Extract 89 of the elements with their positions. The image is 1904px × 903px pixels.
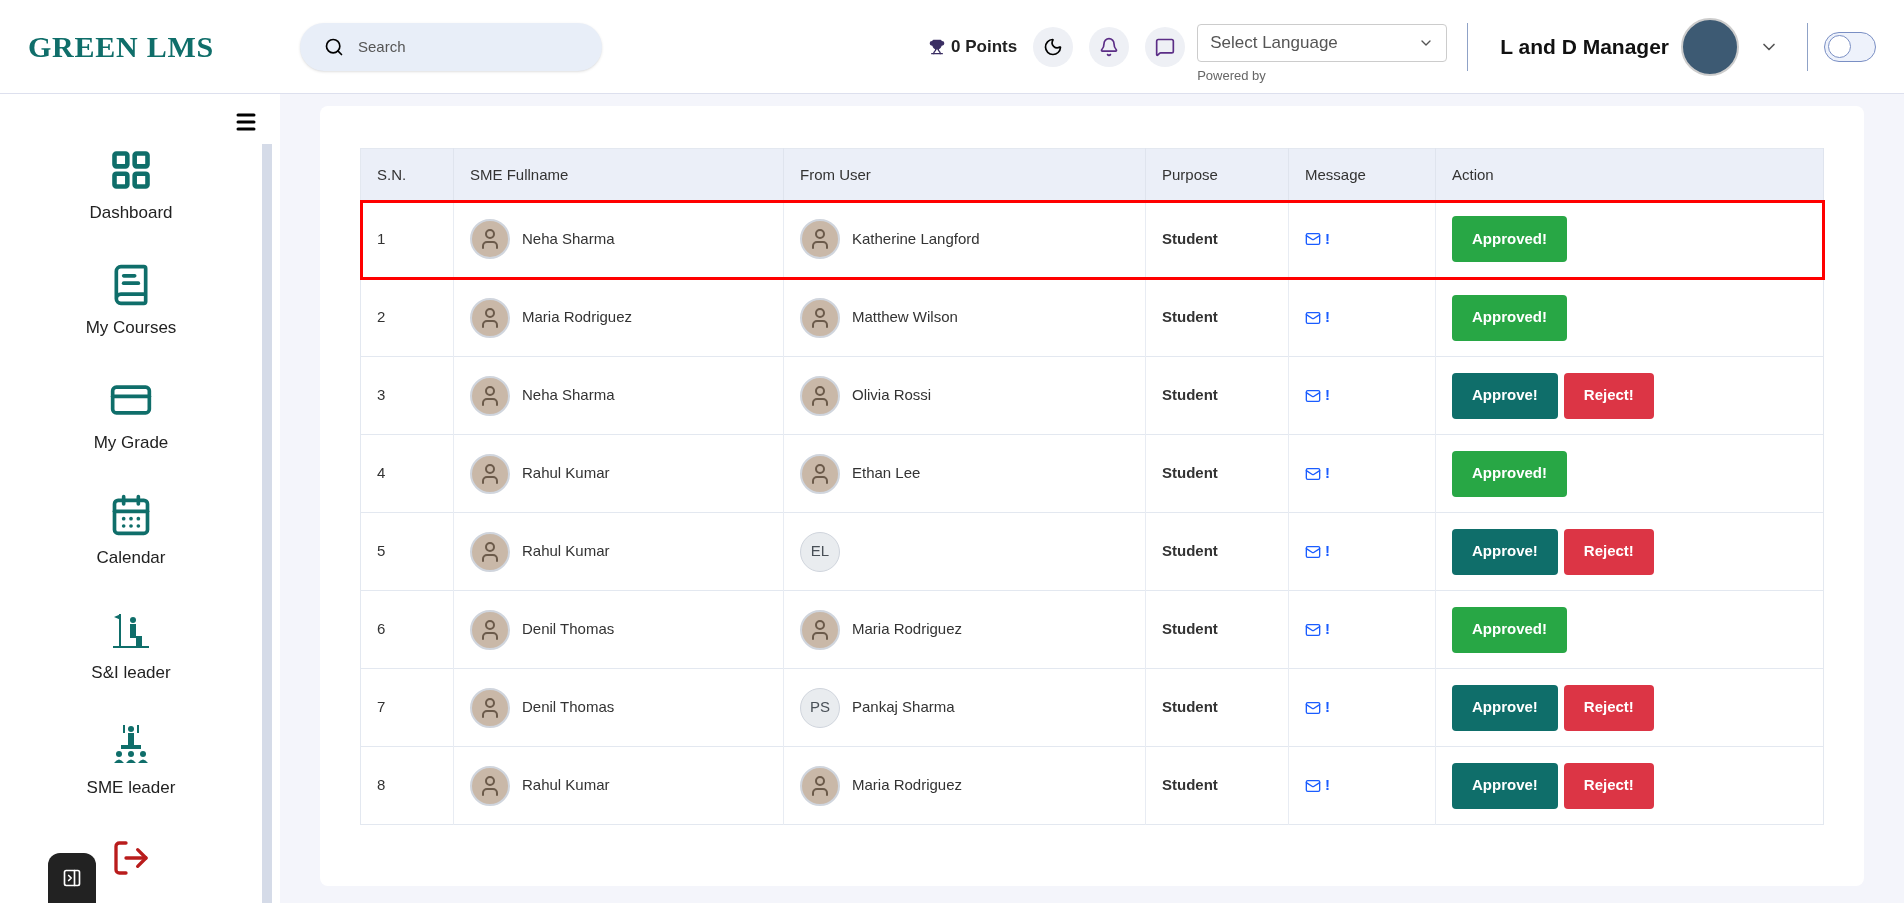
grid-icon [109,148,153,192]
table-cell: Student [1145,434,1289,513]
table-cell: Student [1145,200,1289,279]
sidebar-item[interactable]: Calendar [31,493,231,608]
table-cell-text: Rahul Kumar [522,775,610,796]
panel-toggle-button[interactable] [48,853,96,903]
table-cell: Student [1145,746,1289,825]
table-cell-text: Maria Rodriguez [522,307,633,328]
table-cell-text: Olivia Rossi [852,385,932,406]
message-button[interactable]: ! [1305,540,1330,563]
table-cell-text: Denil Thomas [522,697,615,718]
mail-icon [1305,699,1321,716]
logo: GREEN LMS [28,29,215,65]
table-cell-text: Neha Sharma [522,229,615,249]
table-cell-text: Katherine Langford [852,229,980,249]
sidebar-item[interactable]: S&I leader [31,608,231,723]
mail-icon [1305,621,1321,638]
table-cell-text: Matthew Wilson [852,307,958,328]
panel-icon [62,868,82,888]
column-header: Message [1288,148,1436,201]
search-icon [324,36,344,57]
approve-button[interactable]: Approve! [1452,528,1558,575]
sidebar-item[interactable]: SME leader [31,723,231,838]
reject-button[interactable]: Reject! [1563,684,1654,731]
mail-icon [1305,777,1321,794]
table-cell: Student [1145,356,1289,435]
table-cell-text: Maria Rodriguez [852,619,963,640]
avatar-initials: EL [800,531,840,572]
table-cell: 1 [360,200,454,279]
logout-icon[interactable] [111,838,151,878]
column-header: Action [1435,148,1824,201]
message-button[interactable]: ! [1305,696,1330,719]
table-cell: 2 [360,278,454,357]
table-cell: Student [1145,668,1289,747]
table-cell: 4 [360,434,454,513]
message-button[interactable]: ! [1305,462,1330,485]
mail-icon [1305,231,1321,248]
message-button[interactable]: ! [1305,774,1330,797]
mail-icon [1305,465,1321,482]
table-cell-text: Neha Sharma [522,385,615,406]
powered-by-text: Powered by [1197,66,1267,85]
approve-button[interactable]: Approve! [1452,372,1558,419]
table-cell-text: Denil Thomas [522,619,615,640]
reject-button[interactable]: Reject! [1563,762,1654,809]
table-cell: 5 [360,512,454,591]
table-cell: 3 [360,356,454,435]
approved-button[interactable]: Approved! [1452,294,1567,341]
column-header: From User [783,148,1146,201]
message-button[interactable]: ! [1305,618,1330,641]
table-cell: Student [1145,512,1289,591]
message-button[interactable]: ! [1305,306,1330,329]
mail-icon [1305,309,1321,326]
table-cell-text: Pankaj Sharma [852,697,955,718]
sidebar-item[interactable]: Dashboard [31,148,231,263]
table-cell-text: Maria Rodriguez [852,775,963,796]
table-cell: Student [1145,278,1289,357]
trophy-icon [929,38,946,55]
sidebar-item[interactable]: My Grade [31,378,231,493]
avatar-initials: PS [800,687,840,728]
table-cell: 8 [360,746,454,825]
sidebar-item[interactable]: My Courses [31,263,231,378]
search-field[interactable]: Search [300,22,602,71]
message-button[interactable]: ! [1305,384,1330,407]
table-cell-text: Ethan Lee [852,463,921,484]
mail-icon [1305,387,1321,404]
reject-button[interactable]: Reject! [1563,528,1654,575]
column-header: SME Fullname [453,148,784,201]
reject-button[interactable]: Reject! [1563,372,1654,419]
moon-icon [1043,36,1064,57]
user-name: L and D Manager [1500,33,1669,60]
table-cell-text: Rahul Kumar [522,463,610,484]
approved-button[interactable]: Approved! [1452,606,1567,653]
column-header: Purpose [1145,148,1289,201]
approve-button[interactable]: Approve! [1452,762,1558,809]
bell-icon [1099,36,1120,57]
message-button[interactable]: ! [1305,228,1330,251]
table-cell-text: Rahul Kumar [522,541,610,562]
mail-icon [1305,543,1321,560]
column-header: S.N. [360,148,454,201]
table-cell: 7 [360,668,454,747]
approved-button[interactable]: Approved! [1452,216,1567,263]
chat-icon [1155,36,1176,57]
approve-button[interactable]: Approve! [1452,684,1558,731]
table-cell: 6 [360,590,454,669]
points-label: 0 Points [951,35,1018,58]
approved-button[interactable]: Approved! [1452,450,1567,497]
toggle-switch[interactable] [1824,31,1876,62]
language-select[interactable]: Select Language [1197,23,1448,62]
table-cell: Student [1145,590,1289,669]
